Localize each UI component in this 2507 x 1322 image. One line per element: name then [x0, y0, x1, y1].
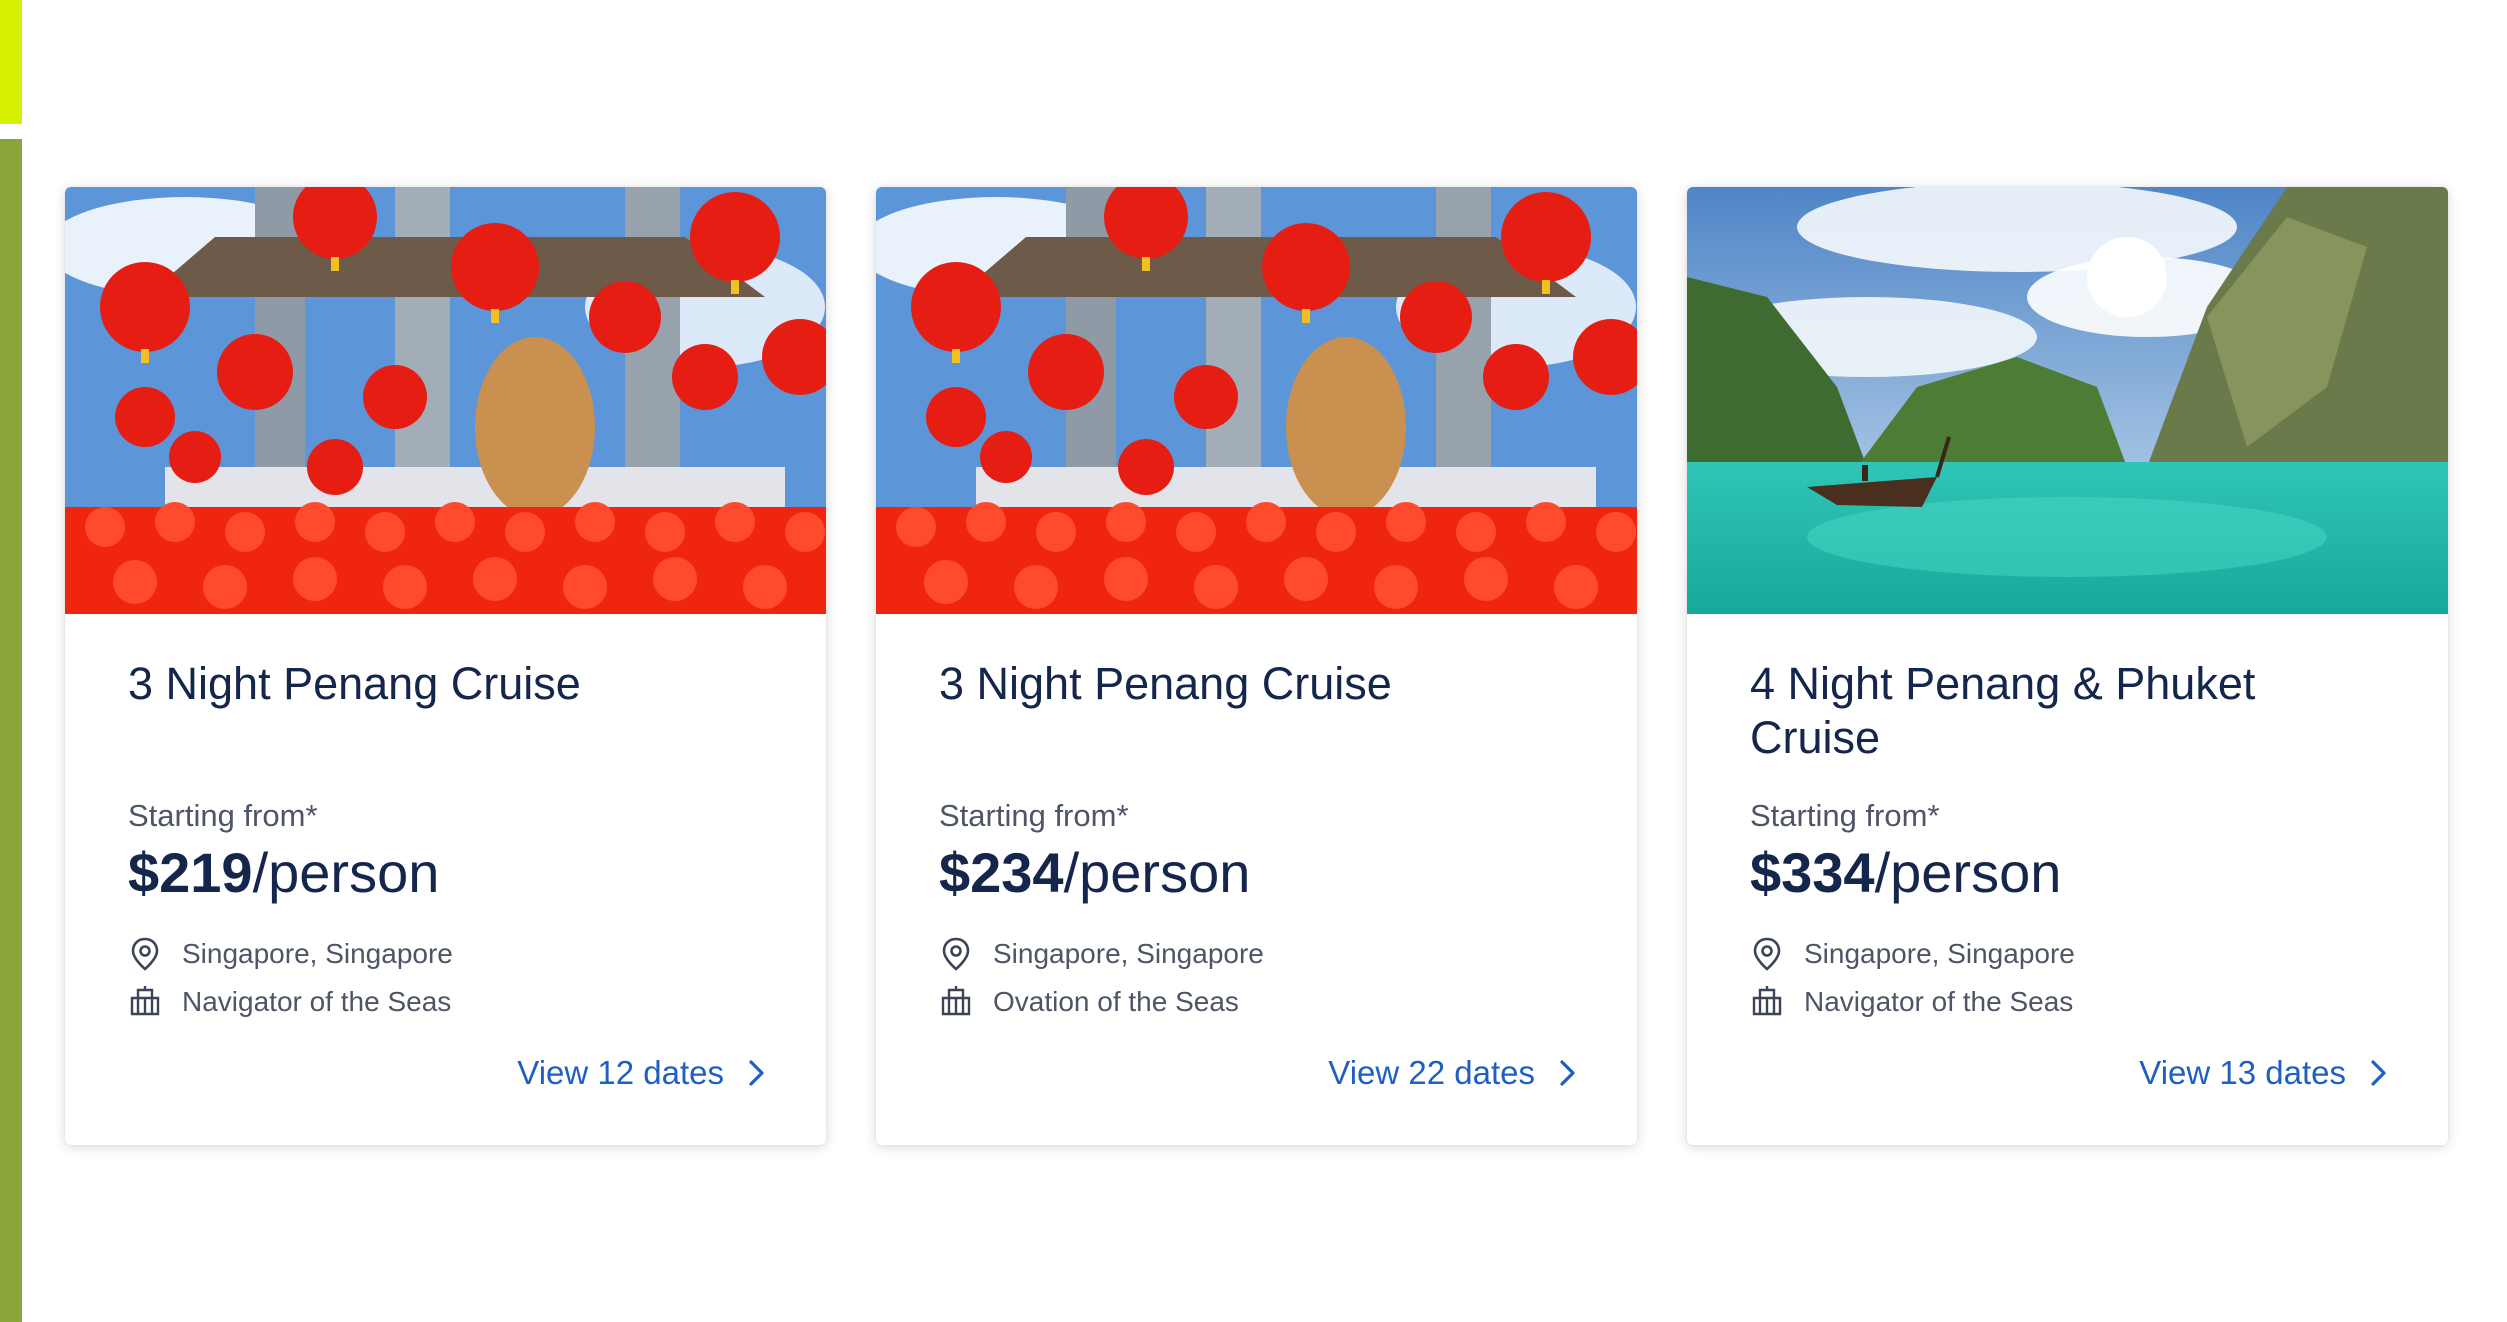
ship-name: Navigator of the Seas — [128, 982, 451, 1022]
ship-text: Ovation of the Seas — [993, 986, 1239, 1017]
location-pin-icon — [939, 936, 973, 972]
chevron-right-icon — [1557, 1058, 1579, 1088]
starting-from-label: Starting from* — [939, 798, 1129, 833]
cruise-title[interactable]: 4 Night Penang & Phuket Cruise — [1750, 657, 2390, 765]
view-dates-label[interactable]: View 12 dates — [517, 1054, 724, 1092]
ship-icon — [939, 984, 973, 1020]
cruise-image-penang[interactable] — [65, 187, 826, 614]
port-text: Singapore, Singapore — [993, 938, 1264, 969]
price-unit: /person — [1874, 841, 2062, 904]
price: $234/person — [939, 840, 1250, 905]
location-pin-icon — [1750, 936, 1784, 972]
price-value: $334 — [1750, 841, 1875, 904]
price-unit: /person — [252, 841, 440, 904]
accent-bar-top — [0, 0, 22, 124]
ship-name: Ovation of the Seas — [939, 982, 1239, 1022]
view-dates-link[interactable]: View 13 dates — [2139, 1054, 2390, 1092]
price: $219/person — [128, 840, 439, 905]
departure-port: Singapore, Singapore — [1750, 934, 2075, 974]
port-text: Singapore, Singapore — [1804, 938, 2075, 969]
starting-from-label: Starting from* — [128, 798, 318, 833]
starting-from-label: Starting from* — [1750, 798, 1940, 833]
accent-bar-side — [0, 139, 22, 1322]
cruise-image-phuket[interactable] — [1687, 187, 2448, 614]
chevron-right-icon — [2368, 1058, 2390, 1088]
view-dates-label[interactable]: View 13 dates — [2139, 1054, 2346, 1092]
chevron-right-icon — [746, 1058, 768, 1088]
location-pin-icon — [128, 936, 162, 972]
ship-icon — [128, 984, 162, 1020]
view-dates-link[interactable]: View 22 dates — [1328, 1054, 1579, 1092]
ship-text: Navigator of the Seas — [182, 986, 452, 1017]
cruise-card[interactable]: 4 Night Penang & Phuket Cruise Starting … — [1687, 187, 2448, 1145]
price: $334/person — [1750, 840, 2061, 905]
cruise-card[interactable]: 3 Night Penang Cruise Starting from* $21… — [65, 187, 826, 1145]
ship-name: Navigator of the Seas — [1750, 982, 2073, 1022]
cruise-title[interactable]: 3 Night Penang Cruise — [128, 657, 768, 711]
price-unit: /person — [1063, 841, 1251, 904]
ship-icon — [1750, 984, 1784, 1020]
cruise-title[interactable]: 3 Night Penang Cruise — [939, 657, 1579, 711]
ship-text: Navigator of the Seas — [1804, 986, 2074, 1017]
cruise-image-penang[interactable] — [876, 187, 1637, 614]
price-value: $234 — [939, 841, 1064, 904]
price-value: $219 — [128, 841, 253, 904]
port-text: Singapore, Singapore — [182, 938, 453, 969]
departure-port: Singapore, Singapore — [128, 934, 453, 974]
view-dates-link[interactable]: View 12 dates — [517, 1054, 768, 1092]
departure-port: Singapore, Singapore — [939, 934, 1264, 974]
cruise-card[interactable]: 3 Night Penang Cruise Starting from* $23… — [876, 187, 1637, 1145]
view-dates-label[interactable]: View 22 dates — [1328, 1054, 1535, 1092]
